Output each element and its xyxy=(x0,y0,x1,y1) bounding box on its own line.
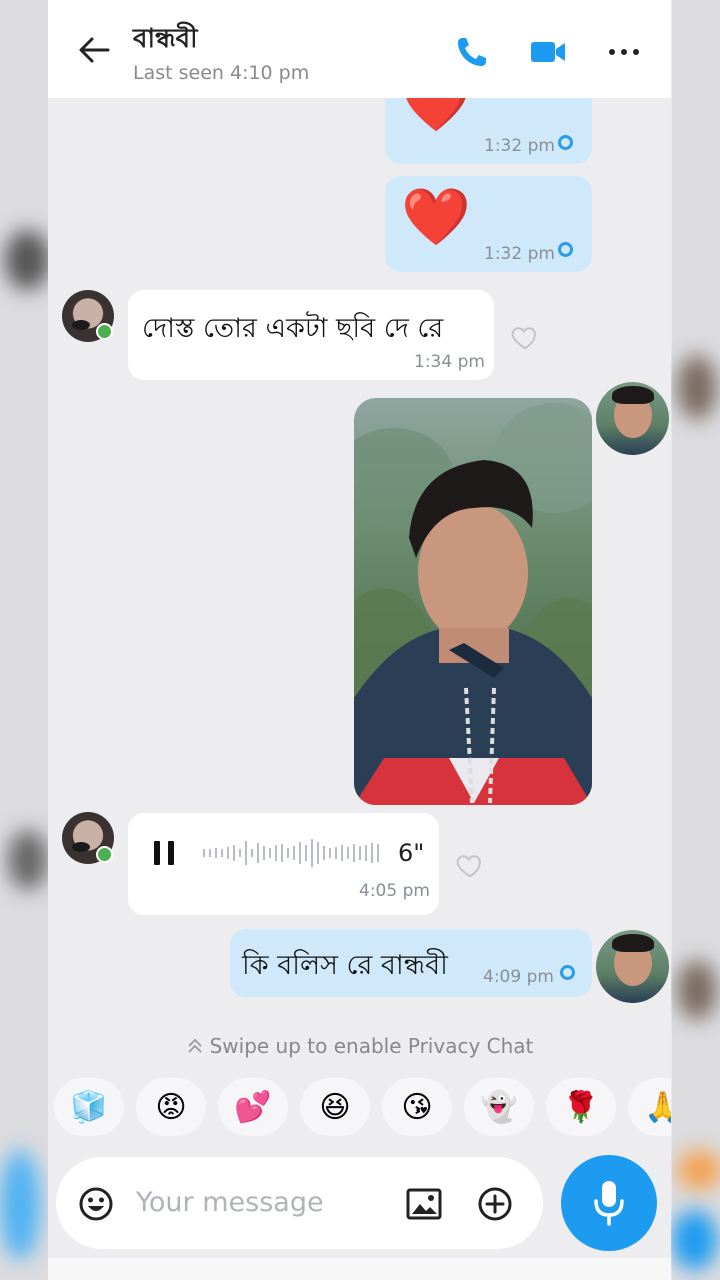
avatar-detail xyxy=(612,386,654,404)
quick-emoji[interactable]: 🙏 xyxy=(628,1078,671,1136)
blurred-edge-shape xyxy=(8,830,48,890)
chat-header: বান্ধবী Last seen 4:10 pm xyxy=(48,0,671,98)
sent-status-icon xyxy=(558,242,573,257)
privacy-chat-hint[interactable]: Swipe up to enable Privacy Chat xyxy=(48,1034,671,1058)
more-icon[interactable] xyxy=(604,32,644,72)
heart-emoji: ❤️ xyxy=(401,185,471,250)
photo-content xyxy=(354,403,592,805)
blurred-edge-shape xyxy=(677,355,717,420)
last-seen-status: Last seen 4:10 pm xyxy=(133,62,310,84)
left-edge xyxy=(0,0,50,1280)
message-text: দোস্ত তোর একটা ছবি দে রে xyxy=(142,313,444,344)
message-input[interactable]: Your message xyxy=(136,1187,324,1218)
sent-status-icon xyxy=(560,965,575,980)
message-text: কি বলিস রে বান্ধবী xyxy=(242,950,448,981)
add-icon[interactable] xyxy=(477,1186,513,1222)
gallery-icon[interactable] xyxy=(406,1187,442,1221)
emoji-icon[interactable] xyxy=(78,1186,114,1222)
message-bubble-incoming[interactable]: দোস্ত তোর একটা ছবি দে রে 1:34 pm xyxy=(128,290,494,380)
quick-emoji[interactable]: 😡 xyxy=(136,1078,206,1136)
quick-emoji[interactable]: 👻 xyxy=(464,1078,534,1136)
online-badge xyxy=(96,323,113,340)
my-avatar[interactable] xyxy=(596,930,669,1003)
sent-status-icon xyxy=(558,135,573,150)
message-bubble-outgoing[interactable]: কি বলিস রে বান্ধবী 4:09 pm xyxy=(230,929,592,997)
shared-photo[interactable] xyxy=(354,398,592,805)
heart-icon[interactable] xyxy=(455,850,485,880)
online-badge xyxy=(96,846,113,863)
chat-screen: ❤️ 1:32 pm ❤️ 1:32 pm দোস্ত তোর একটা ছবি… xyxy=(48,0,671,1280)
avatar-detail xyxy=(612,934,654,952)
voice-message-bubble[interactable]: 6" 4:05 pm xyxy=(128,813,439,915)
quick-emoji-bar[interactable]: 🧊 😡 💕 😆 😘 👻 🌹 🙏 xyxy=(48,1078,671,1138)
message-time: 1:32 pm xyxy=(484,136,555,156)
privacy-chat-text: Swipe up to enable Privacy Chat xyxy=(209,1034,534,1058)
quick-emoji[interactable]: 😆 xyxy=(300,1078,370,1136)
blurred-edge-shape xyxy=(0,1150,40,1260)
message-time: 4:05 pm xyxy=(359,881,430,901)
my-avatar[interactable] xyxy=(596,382,669,455)
quick-emoji[interactable]: 💕 xyxy=(218,1078,288,1136)
message-time: 1:34 pm xyxy=(414,352,485,372)
voice-record-button[interactable] xyxy=(561,1155,657,1251)
quick-emoji[interactable]: 🧊 xyxy=(54,1078,124,1136)
blurred-edge-shape xyxy=(677,960,717,1020)
pause-icon[interactable] xyxy=(152,839,178,867)
heart-icon[interactable] xyxy=(510,322,540,352)
message-time: 4:09 pm xyxy=(483,967,554,987)
voice-duration: 6" xyxy=(398,839,425,867)
avatar-detail xyxy=(72,842,90,852)
blurred-edge-shape xyxy=(677,1150,720,1190)
avatar-detail xyxy=(72,320,90,330)
quick-emoji[interactable]: 😘 xyxy=(382,1078,452,1136)
message-bubble-outgoing[interactable]: ❤️ 1:32 pm xyxy=(385,176,592,272)
bottom-edge xyxy=(48,1258,671,1280)
blurred-edge-shape xyxy=(672,1210,717,1270)
double-chevron-up-icon xyxy=(187,1038,202,1053)
back-arrow-icon[interactable] xyxy=(74,30,114,70)
right-edge xyxy=(672,0,720,1280)
quick-emoji[interactable]: 🌹 xyxy=(546,1078,616,1136)
message-composer[interactable]: Your message xyxy=(56,1157,543,1249)
waveform[interactable] xyxy=(202,837,382,869)
video-call-icon[interactable] xyxy=(528,32,568,72)
message-time: 1:32 pm xyxy=(484,244,555,264)
phone-icon[interactable] xyxy=(452,32,492,72)
mic-icon xyxy=(594,1181,624,1226)
blurred-edge-shape xyxy=(5,230,50,290)
contact-name[interactable]: বান্ধবী xyxy=(133,18,198,62)
